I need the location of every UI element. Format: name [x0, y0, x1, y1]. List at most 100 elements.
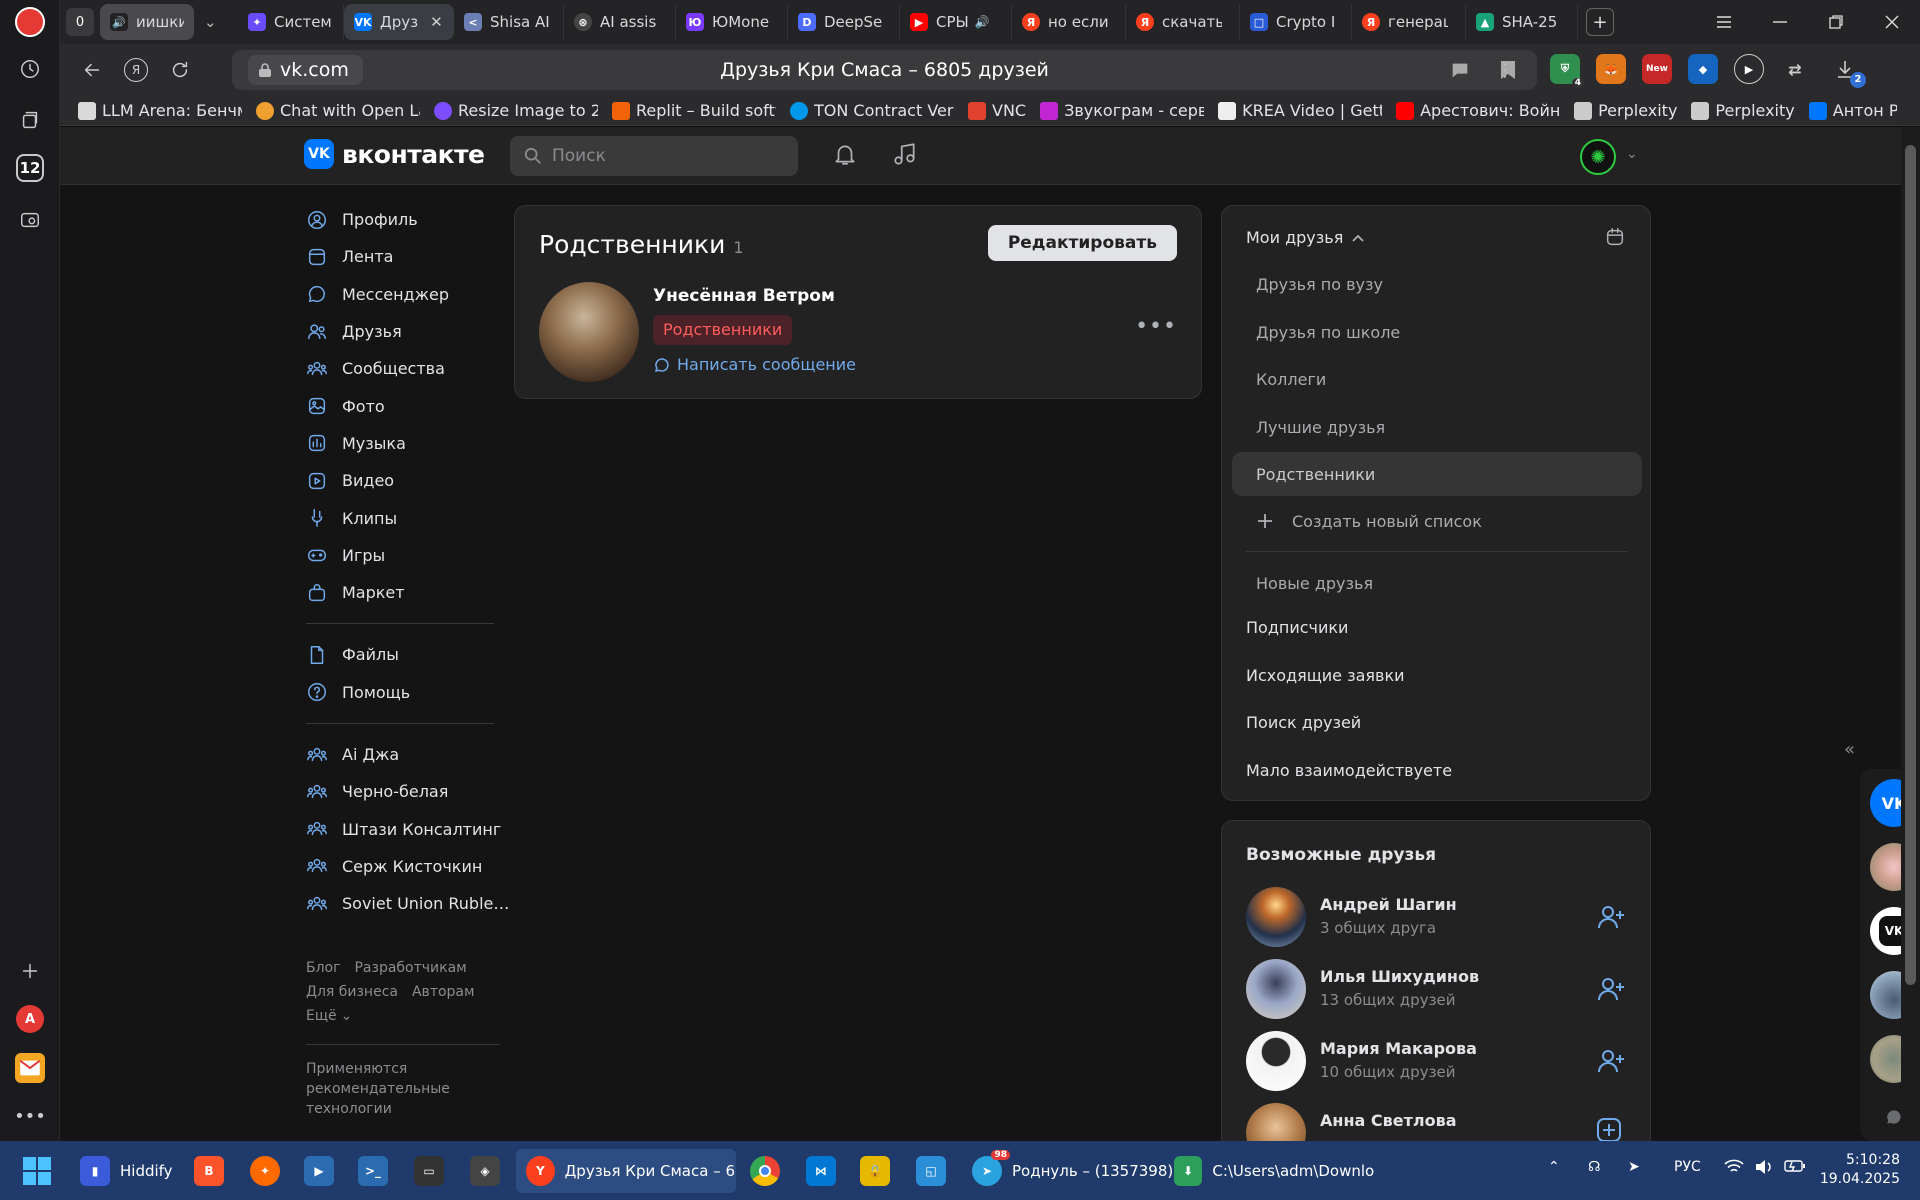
menu-item-market[interactable]: Маркет	[306, 574, 556, 611]
chat-bubble-icon[interactable]	[1884, 1107, 1901, 1127]
new-extension-icon[interactable]: New	[1642, 54, 1672, 84]
taskbar-app-yandex-browser[interactable]: Y Друзья Кри Смаса – 68	[516, 1149, 736, 1193]
bell-icon[interactable]	[832, 141, 858, 167]
footer-dev-link[interactable]: Разработчикам	[354, 960, 466, 976]
write-message-link[interactable]: Написать сообщение	[653, 355, 856, 374]
screenshot-icon[interactable]	[14, 204, 46, 236]
search-input[interactable]	[552, 146, 772, 166]
find-friends-item[interactable]: Поиск друзей	[1246, 713, 1361, 732]
new-friends-item[interactable]: Новые друзья	[1232, 561, 1642, 605]
tab-7[interactable]: ▶ СРЫ 🔊	[900, 4, 1012, 40]
tab-count[interactable]: 0	[66, 8, 94, 36]
wifi-icon[interactable]	[1724, 1159, 1744, 1175]
suggestion-name[interactable]: Мария Макарова	[1320, 1039, 1477, 1058]
my-friends-header[interactable]: Мои друзья	[1246, 228, 1365, 247]
chat-avatar[interactable]	[1870, 1035, 1901, 1083]
more-actions-icon[interactable]: •••	[1135, 314, 1177, 339]
taskbar-app-3[interactable]: ▶	[304, 1149, 334, 1193]
suggestion-name[interactable]: Илья Шихудинов	[1320, 967, 1479, 986]
reader-icon[interactable]	[1449, 59, 1471, 81]
menu-item-music[interactable]: Музыка	[306, 425, 556, 462]
suggestion-row[interactable]: Илья Шихудинов 13 общих друзей	[1246, 959, 1636, 1023]
more-icon[interactable]: •••	[14, 1100, 46, 1132]
suggestion-row[interactable]: Андрей Шагин 3 общих друга	[1246, 887, 1636, 951]
community-item-0[interactable]: Ai Джа	[306, 736, 556, 773]
suggestion-name[interactable]: Андрей Шагин	[1320, 895, 1457, 914]
followers-item[interactable]: Подписчики	[1246, 618, 1348, 637]
tray-telegram-icon[interactable]: ➤	[1628, 1159, 1640, 1175]
close-window-button[interactable]	[1864, 0, 1920, 44]
tab-list-chevron-icon[interactable]: ⌄	[194, 4, 228, 40]
bookmark-0[interactable]: LLM Arena: Бенчм	[78, 101, 242, 120]
omnibox[interactable]: vk.com Друзья Кри Смаса – 6805 друзей	[232, 50, 1537, 90]
avatar-chevron-down-icon[interactable]: ⌄	[1626, 146, 1638, 162]
add-panel-icon[interactable]	[14, 955, 46, 987]
reload-button[interactable]	[158, 50, 202, 90]
bookmark-11[interactable]: Антон Р	[1808, 101, 1897, 120]
minimize-button[interactable]	[1752, 0, 1808, 44]
taskbar-app-6[interactable]: ◈	[470, 1149, 500, 1193]
tab-3[interactable]: < Shisa AI	[454, 4, 564, 40]
clock[interactable]: 5:10:28 19.04.2025	[1818, 1151, 1900, 1189]
tab-close-icon[interactable]: ✕	[430, 13, 443, 31]
suggestion-row[interactable]: Анна Светлова	[1246, 1103, 1636, 1141]
add-friend-icon[interactable]	[1596, 1047, 1626, 1075]
tab-11[interactable]: Я генерац	[1352, 4, 1466, 40]
yandex-home-button[interactable]: Я	[114, 50, 158, 90]
menu-item-files[interactable]: Файлы	[306, 636, 556, 673]
play-extension-icon[interactable]: ▶	[1734, 54, 1764, 84]
menu-item-help[interactable]: Помощь	[306, 674, 556, 711]
taskbar-app-brave[interactable]: B	[194, 1149, 224, 1193]
mail-icon[interactable]	[14, 1052, 46, 1084]
bookmark-1[interactable]: Chat with Open La	[256, 101, 420, 120]
calendar-icon[interactable]	[1604, 226, 1626, 248]
chat-avatar[interactable]	[1870, 843, 1901, 891]
collections-icon[interactable]	[14, 104, 46, 136]
friend-list-colleagues[interactable]: Коллеги	[1232, 357, 1642, 401]
community-item-3[interactable]: Серж Кисточкин	[306, 848, 556, 885]
suggestion-avatar[interactable]	[1246, 1031, 1306, 1091]
bookmark-10[interactable]: Perplexity	[1691, 101, 1795, 120]
friend-list-school[interactable]: Друзья по школе	[1232, 310, 1642, 354]
kebab-icon[interactable]: ⋮	[1496, 60, 1514, 81]
bookmark-6[interactable]: Звукограм - серв	[1040, 101, 1204, 120]
footer-more-link[interactable]: Ещё ⌄	[306, 1004, 556, 1028]
taskbar-app-hiddify[interactable]: ▮ Hiddify	[80, 1149, 173, 1193]
taskbar-app-telegram[interactable]: ➤ 98 Роднуль – (1357398)	[972, 1149, 1173, 1193]
user-avatar[interactable]: ✺	[1580, 139, 1616, 175]
friend-name[interactable]: Унесённая Ветром	[653, 286, 835, 306]
scrollbar-thumb[interactable]	[1905, 145, 1916, 985]
restore-button[interactable]	[1808, 0, 1864, 44]
taskbar-app-chrome[interactable]	[750, 1149, 780, 1193]
footer-authors-link[interactable]: Авторам	[412, 984, 475, 1000]
volume-icon[interactable]	[1754, 1159, 1774, 1175]
translate-extension-icon[interactable]: ⇄	[1780, 54, 1810, 84]
tab-0[interactable]: 🔊 иишки	[100, 4, 194, 40]
bookmark-7[interactable]: KREA Video | Gett	[1218, 101, 1382, 120]
vk-chat-icon[interactable]: VK	[1870, 907, 1901, 955]
history-icon[interactable]	[14, 53, 46, 85]
start-button[interactable]	[22, 1149, 52, 1193]
page-scrollbar[interactable]	[1901, 127, 1920, 1141]
suggestion-avatar[interactable]	[1246, 1103, 1306, 1141]
vk-chat-icon[interactable]: VK	[1870, 779, 1901, 827]
friend-list-tag[interactable]: Родственники	[653, 315, 793, 345]
profile-avatar[interactable]	[14, 6, 46, 38]
community-item-2[interactable]: Штази Консалтинг	[306, 810, 556, 847]
new-tab-button[interactable]: +	[1586, 8, 1614, 36]
taskbar-app-explorer[interactable]: ⬇ C:\Users\adm\Downloa	[1174, 1149, 1374, 1193]
add-friend-icon[interactable]	[1596, 975, 1626, 1003]
community-item-1[interactable]: Черно-белая	[306, 773, 556, 810]
taskbar-app-powershell[interactable]: >_	[358, 1149, 388, 1193]
menu-item-games[interactable]: Игры	[306, 537, 556, 574]
menu-icon[interactable]	[1696, 0, 1752, 44]
menu-item-clips[interactable]: Клипы	[306, 499, 556, 536]
bookmark-2[interactable]: Resize Image to 25	[434, 101, 598, 120]
outgoing-requests-item[interactable]: Исходящие заявки	[1246, 666, 1405, 685]
search-box[interactable]	[510, 136, 798, 176]
suggestion-avatar[interactable]	[1246, 959, 1306, 1019]
community-item-4[interactable]: Soviet Union Ruble ...	[306, 885, 556, 922]
footer-blog-link[interactable]: Блог	[306, 960, 340, 976]
language-indicator[interactable]: РУС	[1674, 1159, 1701, 1175]
suggestion-row[interactable]: Мария Макарова 10 общих друзей	[1246, 1031, 1636, 1095]
